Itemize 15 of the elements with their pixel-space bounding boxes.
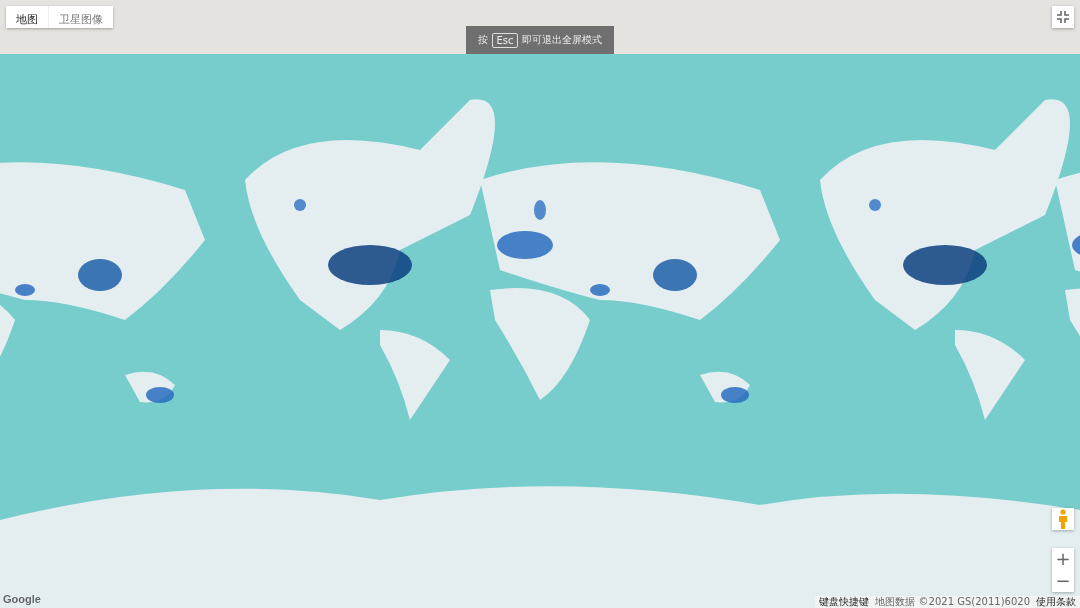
map-type-tab[interactable]: 地图 (6, 6, 48, 28)
key-cap: Esc (492, 32, 518, 48)
map-data-text: 地图数据 ©2021 GS(2011)6020 (875, 596, 1030, 608)
exit-fullscreen-button[interactable] (1052, 6, 1074, 28)
zoom-in-button[interactable]: + (1052, 548, 1074, 570)
pegman-button[interactable] (1052, 508, 1074, 530)
footer-link[interactable]: 使用条款 (1036, 596, 1076, 608)
hint-text: 按 (478, 33, 489, 47)
zoom-out-button[interactable]: − (1052, 570, 1074, 592)
pegman-icon (1058, 509, 1068, 529)
google-logo: Google (3, 593, 41, 605)
hint-text: 即可退出全屏模式 (521, 33, 602, 47)
exit-fullscreen-icon (1057, 11, 1069, 23)
footer-link[interactable]: 键盘快捷键 (819, 596, 870, 608)
map-type-tab[interactable]: 卫星图像 (48, 6, 113, 28)
